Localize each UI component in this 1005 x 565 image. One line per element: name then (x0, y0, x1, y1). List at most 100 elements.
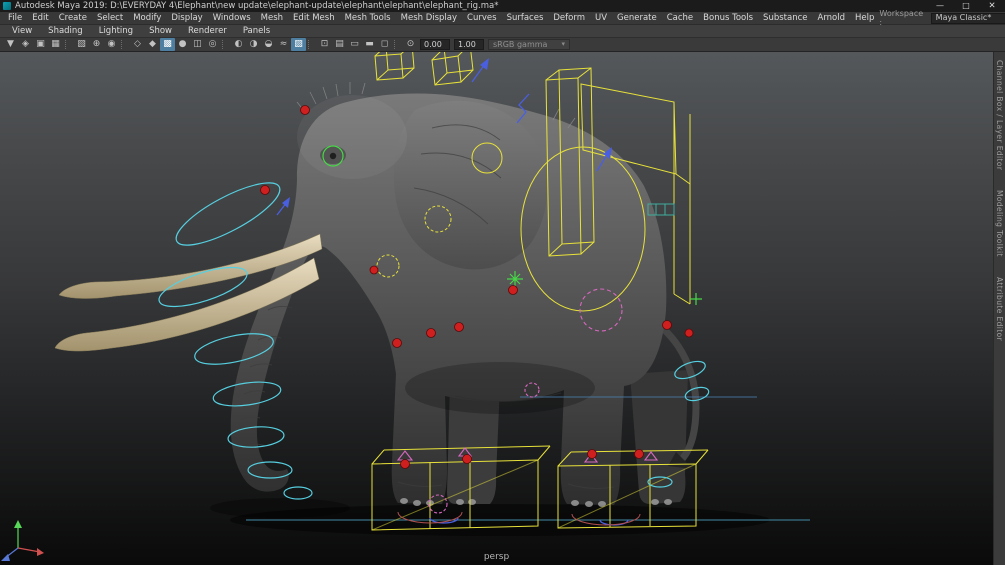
gate-mask-icon[interactable]: ▬ (362, 38, 377, 51)
rig-red-handle[interactable] (455, 323, 464, 332)
workspace-value: Maya Classic* (936, 13, 992, 23)
bookmarks-icon[interactable]: ▦ (48, 38, 63, 51)
menu-item-create[interactable]: Create (54, 13, 92, 23)
dock-tab-channel-box-layer-editor[interactable]: Channel Box / Layer Editor (995, 60, 1004, 170)
rig-red-handle[interactable] (393, 339, 402, 348)
film-gate-icon[interactable]: ◻ (377, 38, 392, 51)
panel-menu-item-show[interactable]: Show (141, 26, 180, 36)
lighting-icon[interactable]: ◐ (231, 38, 246, 51)
rig-red-handle[interactable] (370, 266, 378, 274)
isolate-select-icon[interactable]: ⊡ (317, 38, 332, 51)
rig-red-handle[interactable] (635, 450, 644, 459)
main-area: persp Channel Box / Layer Editor Modeling… (0, 52, 1005, 565)
menu-item-bonus-tools[interactable]: Bonus Tools (698, 13, 758, 23)
window-title: Autodesk Maya 2019: D:\EVERYDAY 4\Elepha… (15, 0, 927, 12)
menu-item-mesh[interactable]: Mesh (256, 13, 288, 23)
rig-red-handle[interactable] (663, 321, 672, 330)
menu-item-arnold[interactable]: Arnold (813, 13, 851, 23)
exposure-icon[interactable]: ⊙ (403, 38, 418, 51)
toolbar-separator (308, 40, 314, 49)
panel-menu-item-shading[interactable]: Shading (40, 26, 91, 36)
panel-menu-item-renderer[interactable]: Renderer (180, 26, 235, 36)
rig-head-cube-b[interactable] (432, 52, 473, 85)
lock-camera-icon[interactable]: ◈ (18, 38, 33, 51)
viewport-canvas[interactable] (0, 52, 993, 565)
menu-item-select[interactable]: Select (92, 13, 128, 23)
rig-trunk-ring[interactable] (169, 172, 287, 256)
elephant-belly-shading (405, 362, 595, 414)
rig-hip-star[interactable] (690, 293, 702, 305)
menu-item-windows[interactable]: Windows (208, 13, 256, 23)
menu-item-help[interactable]: Help (850, 13, 879, 23)
panel-menu-item-panels[interactable]: Panels (235, 26, 278, 36)
rig-head-cube-a[interactable] (375, 52, 414, 80)
rig-red-handle[interactable] (463, 455, 472, 464)
camera-name-label: persp (0, 552, 993, 562)
dock-tab-modeling-toolkit[interactable]: Modeling Toolkit (995, 190, 1004, 257)
panel-menu-item-view[interactable]: View (4, 26, 40, 36)
menu-item-mesh-display[interactable]: Mesh Display (396, 13, 462, 23)
exposure-field[interactable]: 0.00 (420, 39, 450, 50)
default-material-icon[interactable]: ● (175, 38, 190, 51)
field-chart-icon[interactable]: ▤ (332, 38, 347, 51)
panel-menu-items: ViewShadingLightingShowRendererPanels (4, 26, 278, 36)
shadows-icon[interactable]: ◑ (246, 38, 261, 51)
elephant-model[interactable] (55, 82, 696, 507)
view-transform-dropdown[interactable]: sRGB gamma ▾ (488, 39, 570, 50)
viewport-panel-toolbar: ▼◈▣▦ ▧⊕◉ ◇◆▩●◫◎ ◐◑◒≈▨ ⊡▤▭▬◻ ⊙ 0.00 1.00 sRGB … (0, 38, 1005, 52)
rig-red-handle[interactable] (261, 186, 270, 195)
menu-item-mesh-tools[interactable]: Mesh Tools (340, 13, 396, 23)
textured-icon[interactable]: ▩ (160, 38, 175, 51)
rig-red-handle[interactable] (588, 450, 597, 459)
oversampling-icon[interactable]: ◉ (104, 38, 119, 51)
dock-tab-attribute-editor[interactable]: Attribute Editor (995, 277, 1004, 341)
gamma-field[interactable]: 1.00 (454, 39, 484, 50)
menu-item-deform[interactable]: Deform (548, 13, 590, 23)
menu-item-cache[interactable]: Cache (662, 13, 698, 23)
workspace-label: Workspace : (879, 9, 926, 27)
pan-zoom-icon[interactable]: ⊕ (89, 38, 104, 51)
menu-item-display[interactable]: Display (166, 13, 207, 23)
ground-shadow-trunk (210, 498, 350, 518)
elephant-far-hind-leg (630, 370, 688, 504)
main-menu-bar: FileEditCreateSelectModifyDisplayWindows… (0, 12, 1005, 25)
joint-xray-icon[interactable]: ◎ (205, 38, 220, 51)
menu-item-generate[interactable]: Generate (612, 13, 662, 23)
menu-item-substance[interactable]: Substance (758, 13, 812, 23)
rig-red-handle[interactable] (427, 329, 436, 338)
menu-item-curves[interactable]: Curves (462, 13, 502, 23)
toolbar-separator (65, 40, 71, 49)
toolbar-icons: ▼◈▣▦ ▧⊕◉ ◇◆▩●◫◎ ◐◑◒≈▨ ⊡▤▭▬◻ ⊙ (3, 38, 418, 51)
resolution-gate-icon[interactable]: ▭ (347, 38, 362, 51)
menu-items: FileEditCreateSelectModifyDisplayWindows… (3, 13, 879, 23)
rig-red-handle[interactable] (685, 329, 693, 337)
image-plane-icon[interactable]: ▧ (74, 38, 89, 51)
toolbar-separator (394, 40, 400, 49)
menu-item-edit-mesh[interactable]: Edit Mesh (288, 13, 340, 23)
menu-item-file[interactable]: File (3, 13, 27, 23)
xray-icon[interactable]: ◫ (190, 38, 205, 51)
wireframe-icon[interactable]: ◇ (130, 38, 145, 51)
select-camera-icon[interactable]: ▼ (3, 38, 18, 51)
title-bar[interactable]: Autodesk Maya 2019: D:\EVERYDAY 4\Elepha… (0, 0, 1005, 12)
panel-menu-item-lighting[interactable]: Lighting (91, 26, 141, 36)
menu-item-edit[interactable]: Edit (27, 13, 53, 23)
menu-item-uv[interactable]: UV (590, 13, 612, 23)
rig-red-handle[interactable] (301, 106, 310, 115)
anti-aliasing-icon[interactable]: ▨ (291, 38, 306, 51)
motion-blur-icon[interactable]: ≈ (276, 38, 291, 51)
perspective-viewport[interactable]: persp (0, 52, 993, 565)
elephant-head-highlight (297, 95, 407, 179)
smooth-shade-icon[interactable]: ◆ (145, 38, 160, 51)
rig-trunk-ring[interactable] (284, 487, 312, 499)
menu-item-surfaces[interactable]: Surfaces (502, 13, 549, 23)
menu-item-modify[interactable]: Modify (128, 13, 166, 23)
viewport-panel-menu: ViewShadingLightingShowRendererPanels (0, 25, 1005, 38)
rig-red-handle[interactable] (509, 286, 518, 295)
workspace-dropdown[interactable]: Maya Classic* ▾ (931, 13, 1005, 24)
y-axis-arrow (14, 520, 22, 528)
ambient-occlusion-icon[interactable]: ◒ (261, 38, 276, 51)
camera-attributes-icon[interactable]: ▣ (33, 38, 48, 51)
right-dock: Channel Box / Layer Editor Modeling Toolk… (993, 52, 1005, 565)
rig-red-handle[interactable] (401, 460, 410, 469)
